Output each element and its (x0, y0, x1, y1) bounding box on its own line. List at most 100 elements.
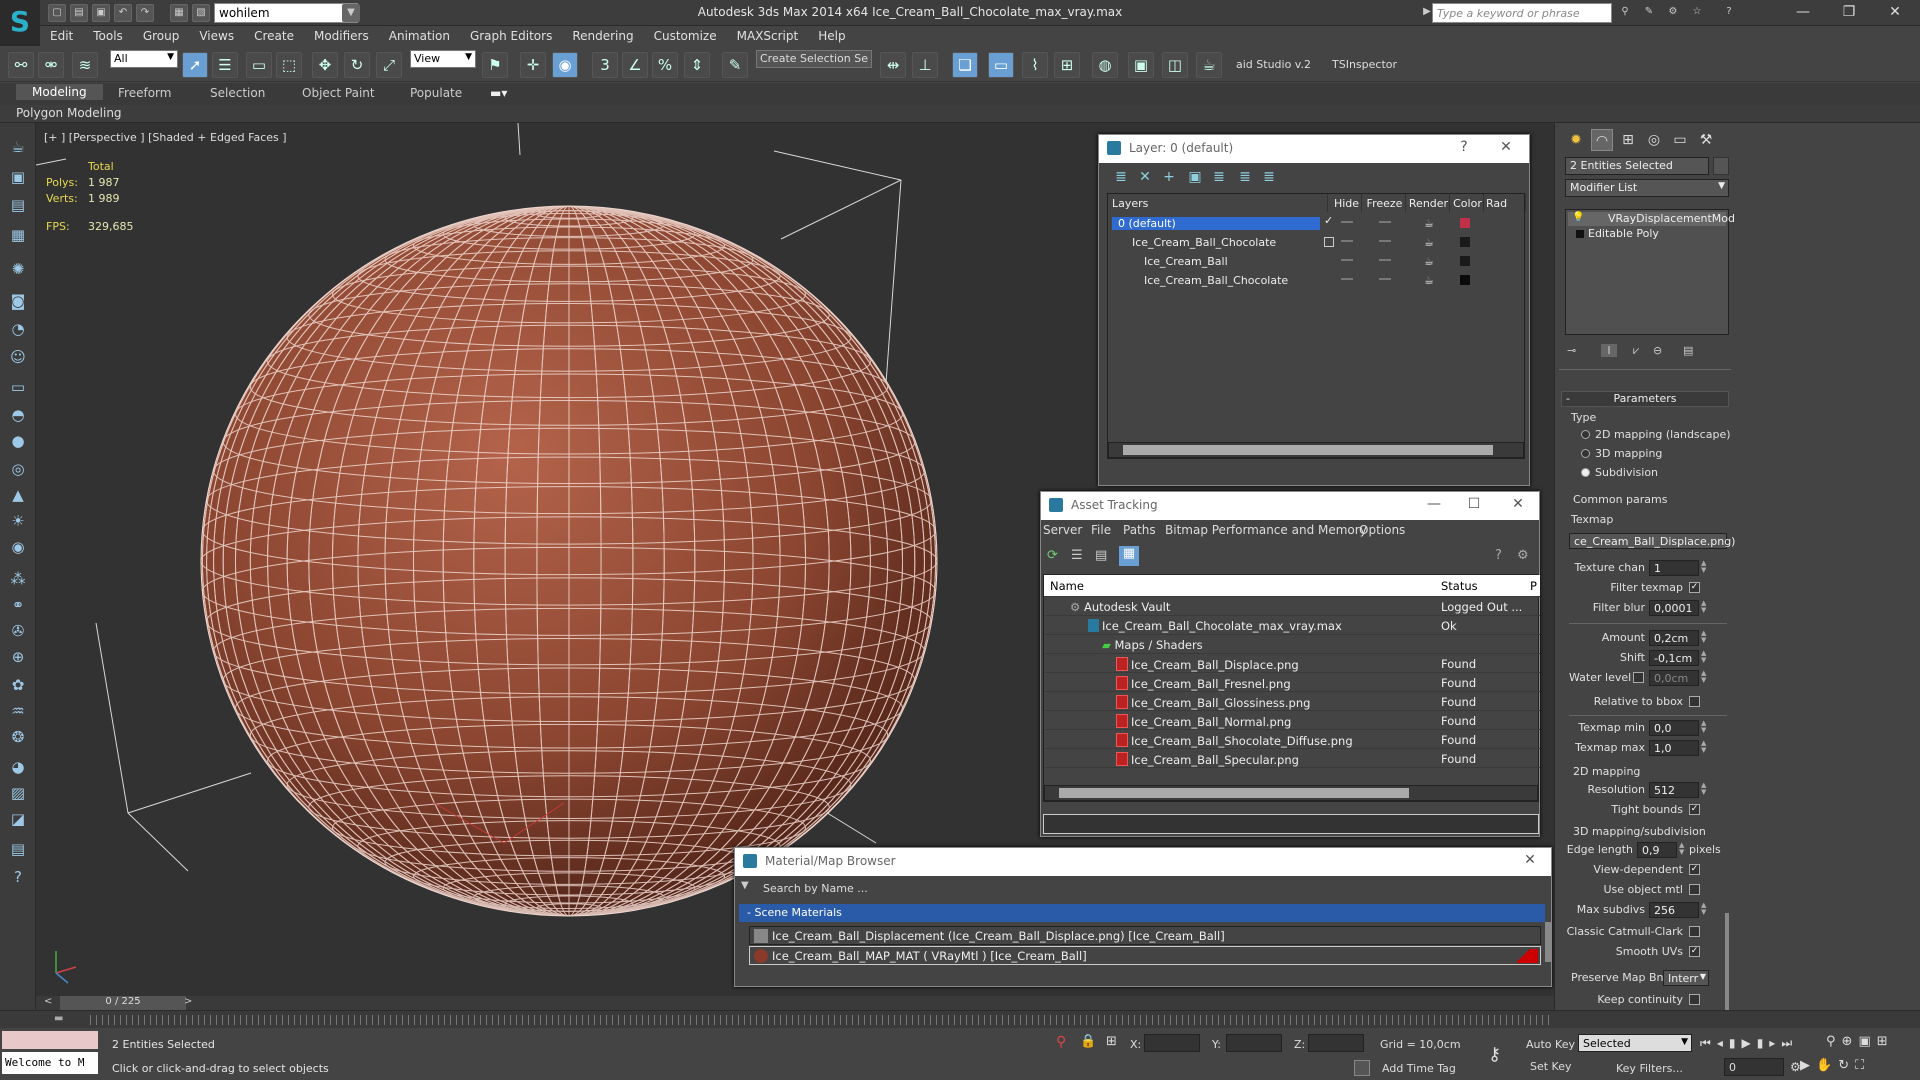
add-time-tag-button[interactable]: Add Time Tag (1382, 1062, 1456, 1075)
ice-cream-ball-mesh[interactable] (184, 183, 954, 943)
percent-snap-icon[interactable]: % (652, 52, 678, 78)
active-layer-check-icon[interactable]: ✓ (1324, 214, 1334, 227)
reference-coord-dropdown[interactable]: View ▼ (410, 50, 476, 68)
layer-color-swatch[interactable] (1460, 256, 1470, 266)
asset-row[interactable]: Ice_Cream_Ball_Chocolate_max_vray.max Ok (1044, 616, 1540, 635)
undo-icon[interactable]: ↶ (114, 4, 132, 22)
col-status[interactable]: Status (1441, 579, 1478, 593)
max-subdivs-spinner[interactable]: ▲ ▼ (1701, 902, 1709, 918)
hide-toggle[interactable] (1341, 259, 1353, 261)
asset-row[interactable]: Ice_Cream_Ball_Normal.png Found (1044, 711, 1540, 730)
key-mode-dropdown[interactable]: Selected ▼ (1578, 1034, 1692, 1052)
radio-subdivision[interactable] (1581, 468, 1590, 477)
select-object-icon[interactable]: ➚ (182, 52, 208, 78)
speaker-icon[interactable]: ◔ (6, 317, 30, 341)
edit-named-selection-icon[interactable]: ✎ (722, 52, 748, 78)
water-level-input[interactable]: 0,0cm (1649, 670, 1699, 686)
help-icon[interactable]: ? (1720, 4, 1738, 22)
asset-menu-paths[interactable]: Paths (1123, 523, 1156, 537)
keep-continuity-checkbox[interactable] (1689, 994, 1700, 1005)
globe-icon[interactable]: ⊕ (6, 645, 30, 669)
freeze-toggle[interactable] (1379, 259, 1391, 261)
preserve-map-dropdown[interactable]: Interr ▼ (1663, 970, 1709, 986)
workspace-dropdown[interactable]: wohilem ▼ (214, 3, 358, 23)
sun-icon[interactable]: ☀ (6, 509, 30, 533)
table-view-icon[interactable]: ▦ (1119, 546, 1139, 566)
list-view-icon[interactable]: ☰ (1071, 548, 1087, 564)
play-icon[interactable]: ▶ (1741, 1036, 1756, 1050)
asset-path-field[interactable] (1043, 814, 1539, 834)
studio-plugin-label[interactable]: aid Studio v.2 (1236, 58, 1311, 71)
tab-selection[interactable]: Selection (210, 86, 265, 100)
zoom-extents-all-icon[interactable]: ⊞ (1877, 1034, 1894, 1049)
col-freeze[interactable]: Freeze (1364, 194, 1406, 212)
save-icon[interactable]: ▣ (92, 4, 110, 22)
asset-window-titlebar[interactable]: Asset Tracking — ☐ ✕ (1041, 492, 1539, 520)
move-icon[interactable]: ✥ (312, 52, 338, 78)
sphere-icon[interactable]: ● (6, 429, 30, 453)
dome-icon[interactable]: ◓ (6, 403, 30, 427)
keyword-search-input[interactable]: Type a keyword or phrase (1432, 3, 1612, 23)
particles-icon[interactable]: ⁂ (6, 567, 30, 591)
tight-bounds-checkbox[interactable]: ✓ (1689, 804, 1700, 815)
max-subdivs-input[interactable]: 256 (1649, 902, 1699, 918)
question-icon[interactable]: ? (6, 865, 30, 889)
help-question-icon[interactable]: ? (1449, 137, 1479, 159)
menu-help[interactable]: Help (808, 26, 855, 43)
hide-toggle[interactable] (1341, 221, 1353, 223)
time-next-icon[interactable]: > (184, 996, 192, 1007)
layer-horizontal-scrollbar[interactable] (1108, 442, 1524, 458)
relative-bbox-checkbox[interactable] (1689, 696, 1700, 707)
communication-icon[interactable]: ✎ (1640, 4, 1658, 22)
asset-row[interactable]: Ice_Cream_Ball_Specular.png Found (1044, 749, 1540, 768)
asset-menu-server[interactable]: Server (1043, 523, 1082, 537)
filter-blur-input[interactable]: 0,0001 (1649, 600, 1699, 616)
remove-modifier-icon[interactable]: ⊖ (1653, 344, 1662, 357)
render-production-icon[interactable]: ☕ (1196, 52, 1222, 78)
tab-object-paint[interactable]: Object Paint (302, 86, 375, 100)
asset-row[interactable]: Ice_Cream_Ball_Shocolate_Diffuse.png Foun… (1044, 730, 1540, 749)
maxscript-mini-listener[interactable]: Welcome to M (2, 1052, 98, 1074)
hierarchy-tab-icon[interactable]: ⊞ (1617, 129, 1639, 151)
stack-item[interactable]: 💡 VRayDisplacementMod (1568, 212, 1735, 226)
water-level-spinner[interactable]: ▲ ▼ (1701, 670, 1709, 686)
auto-key-button[interactable]: Auto Key (1526, 1038, 1575, 1051)
new-file-icon[interactable]: ▢ (48, 4, 66, 22)
col-layers[interactable]: Layers (1112, 194, 1328, 212)
pipe-icon[interactable]: ⚭ (6, 593, 30, 617)
project-folder-icon[interactable]: ▦ (170, 4, 188, 22)
texture-chan-input[interactable]: 1 (1649, 560, 1699, 576)
favorites-star-icon[interactable]: ☆ (1688, 4, 1706, 22)
box-icon[interactable]: ▣ (6, 165, 30, 189)
scale-icon[interactable]: ⤢ (376, 52, 402, 78)
polygon-modeling-label[interactable]: Polygon Modeling (16, 106, 122, 120)
layer-color-swatch[interactable] (1460, 218, 1470, 228)
prev-frame-icon[interactable]: ◂▮ (1717, 1036, 1742, 1050)
resolution-spinner[interactable]: ▲ ▼ (1701, 782, 1709, 798)
make-unique-icon[interactable]: ⩗ (1633, 344, 1639, 358)
menu-customize[interactable]: Customize (644, 26, 727, 43)
asset-maximize-icon[interactable]: ☐ (1459, 494, 1489, 516)
torus-icon[interactable]: ◎ (6, 457, 30, 481)
edge-length-input[interactable]: 0,9 (1637, 842, 1677, 858)
time-prev-icon[interactable]: < (44, 996, 52, 1007)
isolate-selection-icon[interactable]: ⚲ (1056, 1034, 1066, 1050)
tab-freeform[interactable]: Freeform (118, 86, 171, 100)
material-item[interactable]: Ice_Cream_Ball_Displacement (Ice_Cream_B… (749, 926, 1541, 945)
hide-all-layers-icon[interactable]: ≣ (1235, 169, 1255, 189)
menu-create[interactable]: Create (244, 26, 304, 43)
create-tab-icon[interactable]: ✹ (1565, 129, 1587, 151)
key-filters-button[interactable]: Key Filters... (1616, 1062, 1683, 1075)
render-teapot-icon[interactable]: ☕ (1424, 274, 1434, 287)
modify-tab-icon[interactable]: ◠ (1591, 129, 1613, 151)
users-icon[interactable]: ☺ (6, 345, 30, 369)
selection-filter-dropdown[interactable]: All ▼ (110, 50, 178, 68)
binoculars-icon[interactable]: ⚲ (1616, 4, 1634, 22)
asset-minimize-icon[interactable]: — (1419, 494, 1449, 516)
close-button[interactable]: ✕ (1872, 0, 1918, 26)
delete-layer-icon[interactable]: ✕ (1135, 169, 1155, 189)
material-browser-close-icon[interactable]: ✕ (1515, 850, 1545, 872)
redo-icon[interactable]: ↷ (136, 4, 154, 22)
y-coord-input[interactable] (1226, 1034, 1282, 1052)
absolute-mode-icon[interactable]: ⊞ (1106, 1034, 1117, 1049)
